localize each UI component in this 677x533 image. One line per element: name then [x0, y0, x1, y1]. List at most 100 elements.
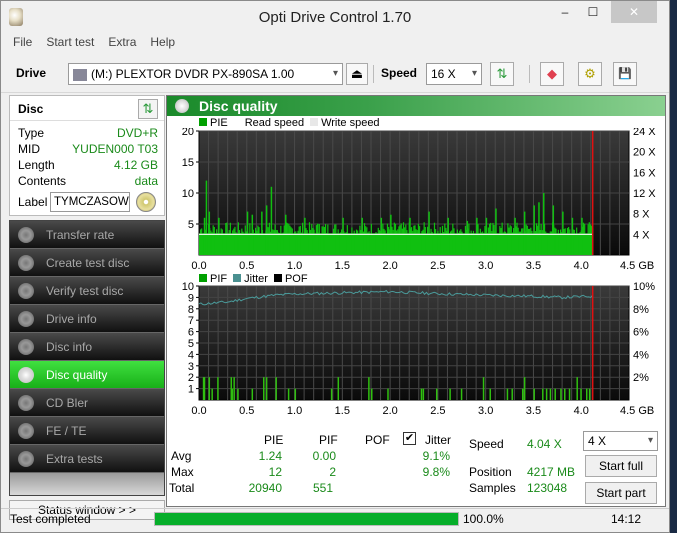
pie-bar	[487, 227, 489, 255]
menu-file[interactable]: File	[7, 33, 40, 53]
disc-label-row: Label TYMCZASOWK	[10, 189, 164, 212]
pie-bar	[243, 234, 245, 255]
pif-jitter-chart: 12345678910 2% 4% 6% 8% 10% 0.0 0.5 1.0 1.5 2.0 2.5…	[182, 282, 655, 417]
pie-bar	[509, 225, 511, 255]
eject-button[interactable]: ⏏	[346, 63, 368, 85]
pie-bar	[365, 226, 367, 255]
pie-bar	[208, 211, 211, 255]
pie-bar	[313, 229, 315, 255]
pie-bar	[456, 229, 459, 255]
stat-header-pof: POF	[365, 433, 390, 447]
erase-button[interactable]: ◆	[540, 62, 564, 86]
save-button[interactable]: 💾	[613, 62, 637, 86]
pie-bar	[449, 231, 452, 255]
pie-bar	[320, 234, 322, 255]
pie-bar	[347, 234, 350, 255]
pie-bar	[570, 235, 572, 255]
pie-bar	[439, 227, 441, 255]
pie-bar	[219, 234, 221, 255]
pie-bar	[328, 233, 330, 255]
drive-select[interactable]: (M:) PLEXTOR DVDR PX-890SA 1.00 ▾	[68, 63, 343, 85]
pif-bar	[233, 377, 235, 400]
pie-bar	[358, 236, 360, 255]
start-part-button[interactable]: Start part	[585, 482, 657, 504]
pie-bar	[227, 234, 229, 255]
pif-bar	[203, 377, 206, 400]
pie-bar	[282, 232, 284, 255]
sidebar-item-cd-bler[interactable]: CD Bler	[10, 389, 164, 417]
sidebar-item-verify-test-disc[interactable]: Verify test disc	[10, 277, 164, 305]
disc-refresh-button[interactable]: ⇅	[138, 99, 158, 119]
sidebar-item-disc-info[interactable]: Disc info	[10, 333, 164, 361]
pie-bar	[296, 233, 298, 255]
pie-bar	[344, 233, 346, 255]
pie-bar	[500, 228, 502, 255]
y-tick-label: 10	[182, 188, 194, 200]
pie-bar	[501, 222, 503, 255]
pie-bar	[443, 232, 445, 255]
nav-label: Disc info	[46, 339, 93, 354]
pie-bar	[573, 229, 575, 255]
pie-bar	[519, 231, 522, 255]
sidebar-item-fe-te[interactable]: FE / TE	[10, 417, 164, 445]
pie-bar	[477, 224, 479, 255]
x-tick-label: 4.5 GB	[620, 405, 654, 417]
pie-bar	[298, 226, 300, 255]
disc-label-key: Label	[18, 195, 48, 209]
disc-icon[interactable]	[136, 192, 156, 212]
speed-select[interactable]: 16 X ▾	[426, 63, 482, 85]
pie-bar	[438, 233, 440, 255]
y2-tick-label: 2%	[633, 372, 649, 384]
menu-extra[interactable]: Extra	[102, 33, 144, 53]
pie-bar	[346, 225, 348, 255]
pie-bar	[290, 227, 292, 255]
pie-bar	[571, 217, 574, 255]
test-speed-select[interactable]: 4 X ▾	[583, 431, 658, 451]
pie-bar	[488, 223, 491, 255]
refresh-button[interactable]: ⇅	[490, 62, 514, 86]
pie-bar	[259, 234, 261, 255]
disc-mid-key: MID	[18, 142, 40, 156]
legend-swatch	[233, 118, 242, 126]
sidebar-item-create-test-disc[interactable]: Create test disc	[10, 249, 164, 277]
pie-bar	[222, 233, 225, 255]
pie-bar	[521, 228, 523, 255]
pie-bar	[415, 229, 417, 255]
pie-bar	[424, 227, 426, 255]
sidebar-item-drive-info[interactable]: Drive info	[10, 305, 164, 333]
settings-button[interactable]: ⚙	[578, 62, 602, 86]
pie-bar	[527, 228, 530, 255]
pie-bar	[452, 223, 454, 255]
pie-bar	[545, 231, 547, 255]
sidebar-item-transfer-rate[interactable]: Transfer rate	[10, 221, 164, 249]
pie-bar	[457, 232, 460, 255]
close-button[interactable]: ✕	[611, 1, 657, 23]
start-full-button[interactable]: Start full	[585, 455, 657, 477]
pie-bar	[468, 223, 470, 255]
y-tick-label: 2	[188, 372, 194, 384]
menu-help[interactable]: Help	[144, 33, 183, 53]
pie-bar	[339, 232, 342, 255]
legend-swatch	[199, 274, 207, 282]
pie-bar	[463, 235, 465, 255]
disc-label-input[interactable]: TYMCZASOWK	[50, 192, 130, 212]
pie-bar	[388, 226, 390, 255]
sidebar-item-extra-tests[interactable]: Extra tests	[10, 445, 164, 473]
disc-icon	[18, 394, 34, 411]
pie-bar	[281, 234, 283, 255]
samples-label: Samples	[469, 481, 516, 495]
disc-contents-row: Contents data	[10, 173, 164, 189]
sidebar-item-disc-quality[interactable]: Disc quality	[10, 361, 164, 389]
stat-header-jitter: Jitter	[425, 433, 452, 447]
jitter-checkbox[interactable]: ✔	[403, 432, 416, 445]
menu-start-test[interactable]: Start test	[40, 33, 102, 53]
pie-bar	[292, 236, 295, 255]
pie-bar	[409, 217, 411, 255]
pif-bar	[549, 388, 552, 400]
x-tick-label: 1.5	[335, 260, 350, 272]
minimize-button[interactable]: ‒	[551, 1, 579, 23]
maximize-button[interactable]: ☐	[579, 1, 607, 23]
title-bar: Opti Drive Control 1.70 ‒ ☐ ✕	[1, 1, 669, 33]
pie-bar	[385, 234, 387, 255]
pie-bar	[554, 227, 556, 255]
